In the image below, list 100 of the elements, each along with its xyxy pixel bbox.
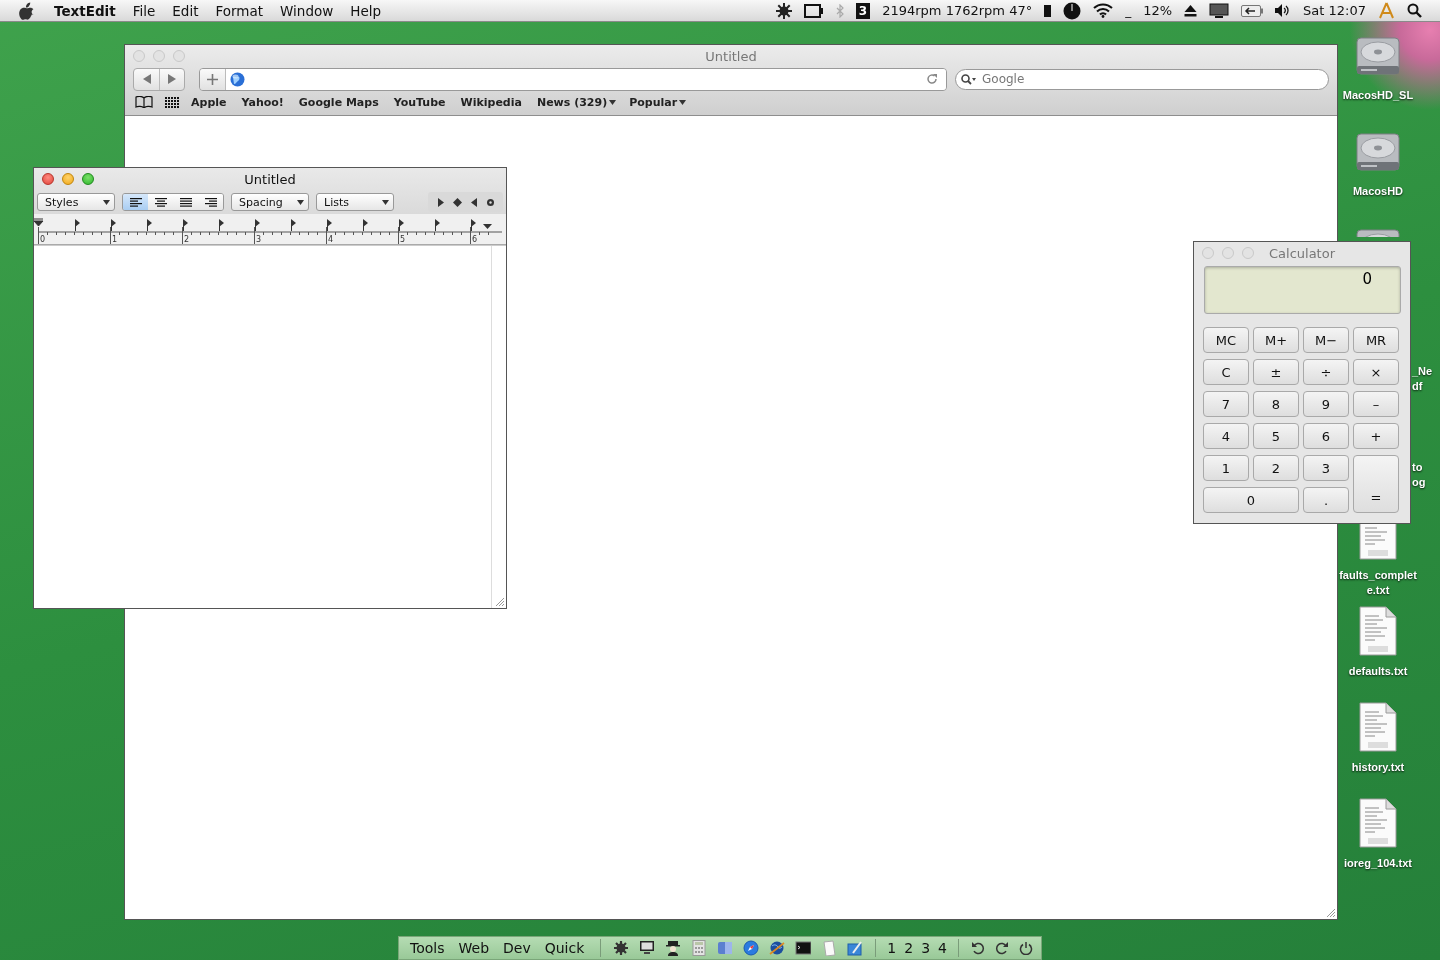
menu-item[interactable]: File — [132, 2, 156, 19]
text-document-icon[interactable] — [1358, 524, 1398, 560]
menu-item[interactable]: Help — [350, 2, 382, 19]
file-label[interactable]: to og — [1412, 460, 1426, 490]
calculator-key[interactable]: 4 — [1203, 423, 1249, 449]
calculator-key[interactable]: ± — [1253, 359, 1299, 385]
resize-grip-icon[interactable] — [1326, 908, 1336, 918]
calculator-key[interactable]: MR — [1353, 327, 1399, 353]
space-number[interactable]: 3 — [921, 940, 931, 956]
file-label[interactable]: history.txt — [1351, 760, 1405, 775]
calculator-key[interactable]: + — [1353, 423, 1399, 449]
volume-icon[interactable] — [1275, 4, 1292, 17]
gear-icon[interactable] — [775, 2, 792, 19]
file-label[interactable]: _Ne df — [1412, 364, 1433, 394]
bookmark-link[interactable]: YouTube — [393, 95, 446, 109]
ruler-drawing[interactable] — [34, 218, 503, 244]
calculator-key[interactable]: 7 — [1203, 391, 1249, 417]
battery-percent[interactable]: 12% — [1143, 3, 1173, 18]
calculator-key[interactable]: ÷ — [1303, 359, 1349, 385]
monitor-icon[interactable] — [639, 940, 656, 956]
circle-icon[interactable] — [486, 197, 495, 207]
resize-grip-icon[interactable] — [495, 597, 505, 607]
menu-item[interactable]: Window — [280, 2, 334, 19]
toolbox-icon[interactable] — [847, 940, 864, 956]
menu-item[interactable]: Edit — [172, 2, 199, 19]
calculator-key[interactable]: MC — [1203, 327, 1249, 353]
pie-clock-icon[interactable] — [1063, 1, 1082, 20]
align-center-button[interactable] — [148, 194, 173, 210]
text-document-icon[interactable] — [1358, 606, 1398, 656]
grid-icon[interactable] — [165, 96, 179, 108]
monitor-icon[interactable] — [1209, 2, 1230, 19]
status-mark[interactable]: _ — [1125, 3, 1132, 18]
zoom-button[interactable] — [82, 173, 94, 185]
left-triangle-icon[interactable] — [471, 197, 477, 207]
bookmark-menu[interactable]: News (329) — [536, 95, 615, 109]
launcher-menu[interactable]: Web — [458, 940, 490, 956]
sensor-reading[interactable]: 2194rpm 1762rpm 47° — [882, 3, 1033, 18]
search-icon[interactable] — [961, 73, 976, 85]
figure-icon[interactable] — [665, 940, 682, 956]
terminal-icon[interactable] — [795, 940, 812, 956]
bookmark-link[interactable]: Yahoo! — [241, 95, 284, 109]
redo-icon[interactable] — [995, 941, 1009, 955]
align-left-button[interactable] — [123, 194, 148, 210]
apple-icon[interactable] — [18, 1, 34, 20]
launcher-menu[interactable]: Dev — [503, 940, 531, 956]
file-label[interactable]: defaults.txt — [1348, 664, 1408, 679]
search-field[interactable]: Google — [955, 68, 1329, 90]
alignment-control[interactable] — [122, 193, 224, 211]
power-icon[interactable] — [1019, 941, 1033, 955]
file-label[interactable]: MacosHD — [1352, 184, 1404, 199]
diamond-icon[interactable] — [453, 197, 462, 207]
gear-icon[interactable] — [613, 940, 630, 956]
search-icon[interactable] — [1407, 3, 1422, 18]
calculator-key[interactable]: – — [1353, 391, 1399, 417]
bookmark-link[interactable]: Wikipedia — [460, 95, 522, 109]
popup-button[interactable]: Spacing — [231, 193, 309, 211]
calculator-key[interactable]: . — [1303, 487, 1349, 513]
text-document-icon[interactable] — [1358, 798, 1398, 848]
file-label[interactable]: ioreg_104.txt — [1344, 856, 1412, 871]
calculator-key[interactable]: × — [1353, 359, 1399, 385]
launcher-menu[interactable]: Quick — [544, 940, 585, 956]
calculator-key[interactable]: 3 — [1303, 455, 1349, 481]
wifi-icon[interactable] — [1093, 3, 1114, 18]
align-right-button[interactable] — [198, 194, 223, 210]
launcher-menu[interactable]: Tools — [410, 940, 445, 956]
calculator-key[interactable]: 8 — [1253, 391, 1299, 417]
bookmark-link[interactable]: Apple — [191, 95, 227, 109]
calculator-key[interactable]: = — [1353, 455, 1399, 513]
calculator-key[interactable]: 5 — [1253, 423, 1299, 449]
menu-clock[interactable]: Sat 12:07 — [1303, 3, 1366, 18]
calculator-key[interactable]: 0 — [1203, 487, 1299, 513]
undo-icon[interactable] — [971, 941, 985, 955]
calculator-key[interactable]: 1 — [1203, 455, 1249, 481]
battery-icon[interactable] — [1241, 4, 1264, 17]
text-document-icon[interactable] — [1358, 702, 1398, 752]
file-label[interactable]: MacosHD_SL — [1342, 88, 1414, 103]
calculator-key[interactable]: 9 — [1303, 391, 1349, 417]
menu-item[interactable]: Format — [215, 2, 264, 19]
bookmark-link[interactable]: Google Maps — [298, 95, 379, 109]
app-menu[interactable]: TextEdit — [54, 2, 116, 19]
space-number[interactable]: 1 — [887, 940, 897, 956]
calculator-key[interactable]: C — [1203, 359, 1249, 385]
align-justify-icon — [179, 197, 192, 207]
calculator-key[interactable]: 6 — [1303, 423, 1349, 449]
calculator-key[interactable]: M+ — [1253, 327, 1299, 353]
status-badge[interactable]: 3 — [855, 2, 871, 19]
right-triangle-icon[interactable] — [438, 197, 444, 207]
calculator-key[interactable]: M− — [1303, 327, 1349, 353]
popup-button[interactable]: Lists — [316, 193, 394, 211]
book-icon[interactable] — [135, 96, 153, 108]
space-number[interactable]: 4 — [938, 940, 947, 956]
bookmark-menu[interactable]: Popular — [629, 95, 685, 109]
space-number[interactable]: 2 — [904, 940, 914, 956]
file-label[interactable]: faults_complet e.txt — [1339, 568, 1417, 598]
close-button[interactable] — [42, 173, 54, 185]
eject-icon[interactable] — [1184, 4, 1198, 17]
calculator-key[interactable]: 2 — [1253, 455, 1299, 481]
display-icon[interactable] — [803, 3, 824, 18]
globe-icon[interactable] — [769, 940, 786, 956]
popup-button[interactable]: Styles — [37, 193, 115, 211]
